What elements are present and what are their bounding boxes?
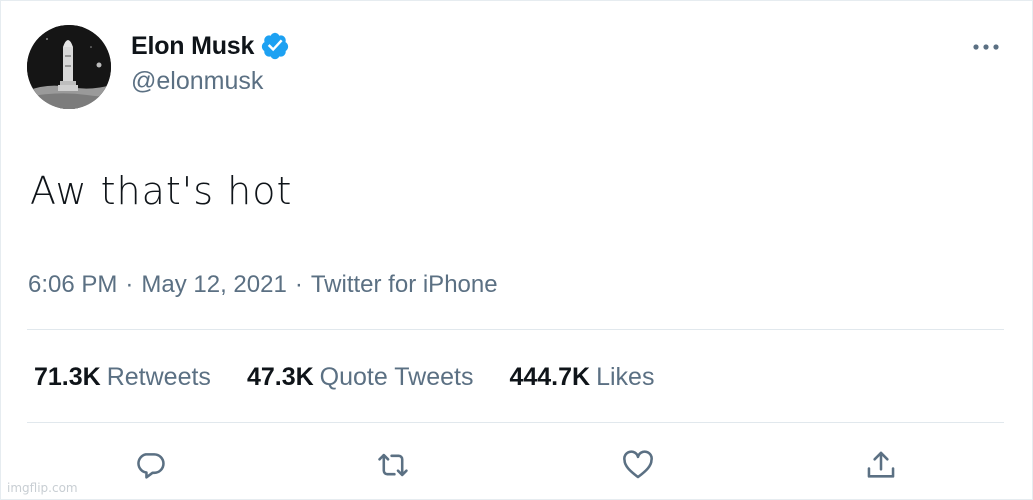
- author-display-name[interactable]: Elon Musk: [131, 32, 254, 61]
- tweet-text: Aw that's hot: [30, 169, 293, 213]
- reply-icon: [137, 453, 165, 479]
- retweets-label: Retweets: [106, 363, 211, 391]
- share-button[interactable]: [863, 447, 899, 483]
- share-icon: [867, 451, 895, 478]
- tweet-source[interactable]: Twitter for iPhone: [311, 271, 498, 299]
- meta-separator: ·: [294, 271, 303, 298]
- divider: [27, 422, 1004, 423]
- retweets-count: 71.3K: [34, 363, 101, 391]
- quote-tweets-stat[interactable]: 47.3K Quote Tweets: [247, 363, 474, 392]
- likes-count: 444.7K: [509, 363, 591, 391]
- tweet-date[interactable]: May 12, 2021: [141, 271, 286, 299]
- tweet-card: Elon Musk @elonmusk Aw that's hot 6:06 P…: [0, 0, 1033, 500]
- quote-tweets-count: 47.3K: [246, 363, 314, 391]
- starship-moon-avatar-icon: [27, 25, 111, 109]
- tweet-stats: 71.3K Retweets 47.3K Quote Tweets 444.7K Li…: [34, 363, 690, 392]
- verified-badge-icon: [260, 31, 290, 61]
- avatar[interactable]: [27, 25, 111, 109]
- tweet-time[interactable]: 6:06 PM: [28, 271, 117, 299]
- retweets-stat[interactable]: 71.3K Retweets: [34, 363, 211, 392]
- tweet-meta: 6:06 PM · May 12, 2021 · Twitter for iPh…: [28, 271, 498, 299]
- meta-separator: ·: [125, 271, 134, 298]
- author-name-row: Elon Musk: [131, 31, 290, 61]
- author-handle[interactable]: @elonmusk: [131, 67, 263, 96]
- imgflip-watermark: imgflip.com: [7, 481, 78, 495]
- reply-button[interactable]: [132, 447, 168, 483]
- quote-tweets-label: Quote Tweets: [319, 363, 474, 391]
- retweet-button[interactable]: [375, 447, 411, 483]
- divider: [27, 329, 1004, 330]
- likes-label: Likes: [596, 363, 655, 391]
- more-options-button[interactable]: [970, 35, 1002, 59]
- action-bar: [1, 447, 1033, 483]
- likes-stat[interactable]: 444.7K Likes: [509, 363, 654, 392]
- retweet-icon: [378, 453, 408, 477]
- heart-icon: [623, 450, 653, 479]
- more-dots-icon: [973, 44, 999, 50]
- like-button[interactable]: [620, 447, 656, 483]
